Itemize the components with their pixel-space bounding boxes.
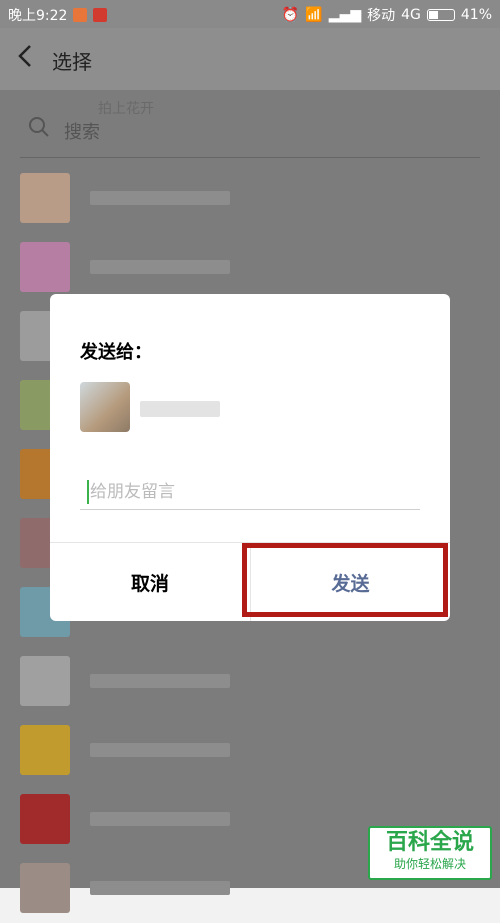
contact-avatar <box>20 863 70 913</box>
app-notification-icon <box>93 8 108 22</box>
send-button[interactable]: 发送 <box>251 543 450 621</box>
signal-icon: ▂▄▆ <box>328 7 362 23</box>
back-arrow-icon[interactable] <box>16 44 36 68</box>
wifi-icon: 📶 <box>305 7 323 23</box>
status-network: 4G <box>401 7 421 23</box>
search-input[interactable]: 搜索 <box>64 118 100 144</box>
text-caret <box>87 480 89 504</box>
search-row[interactable]: 拍上花开 搜索 <box>0 90 500 158</box>
contact-avatar <box>20 656 70 706</box>
recipient-name-blurred <box>140 401 220 417</box>
message-input[interactable] <box>80 474 420 510</box>
contact-name-blurred <box>90 191 230 205</box>
status-left: 晚上9:22 <box>8 5 108 25</box>
contact-name-blurred <box>90 743 230 757</box>
status-right: ⏰ 📶 ▂▄▆ 移动 4G 41% <box>282 5 492 25</box>
battery-fill <box>428 11 438 19</box>
battery-icon <box>426 9 455 21</box>
contact-avatar <box>20 242 70 292</box>
contact-avatar <box>20 725 70 775</box>
search-icon <box>29 117 49 137</box>
contact-name-blurred <box>90 674 230 688</box>
watermark-title: 百科全说 <box>385 830 474 855</box>
share-dialog: 发送给： 取消 发送 <box>50 294 450 621</box>
search-underline <box>20 157 480 158</box>
contact-avatar <box>20 794 70 844</box>
watermark-subtitle: 助你轻松解决 <box>393 857 466 871</box>
cancel-button[interactable]: 取消 <box>50 543 250 621</box>
contact-row[interactable] <box>0 717 500 785</box>
mail-notification-icon <box>73 8 88 22</box>
contact-row[interactable] <box>0 165 500 233</box>
contact-row[interactable] <box>0 234 500 302</box>
contact-name-blurred <box>90 881 230 895</box>
contact-row[interactable] <box>0 648 500 716</box>
watermark-logo: 百科全说 助你轻松解决 <box>368 826 492 880</box>
alarm-icon: ⏰ <box>281 7 300 23</box>
status-bar: 晚上9:22 ⏰ 📶 ▂▄▆ 移动 4G 41% <box>0 0 500 28</box>
recipient-avatar <box>80 382 130 432</box>
dialog-heading: 发送给： <box>80 342 152 363</box>
contact-avatar <box>20 173 70 223</box>
status-time: 晚上9:22 <box>8 8 68 24</box>
search-ghost-text: 拍上花开 <box>98 101 154 117</box>
page-title: 选择 <box>52 50 92 74</box>
contact-name-blurred <box>90 812 230 826</box>
status-carrier: 移动 <box>367 8 396 24</box>
contact-name-blurred <box>90 260 230 274</box>
app-bar: 选择 <box>0 28 500 90</box>
status-battery: 41% <box>460 7 492 23</box>
